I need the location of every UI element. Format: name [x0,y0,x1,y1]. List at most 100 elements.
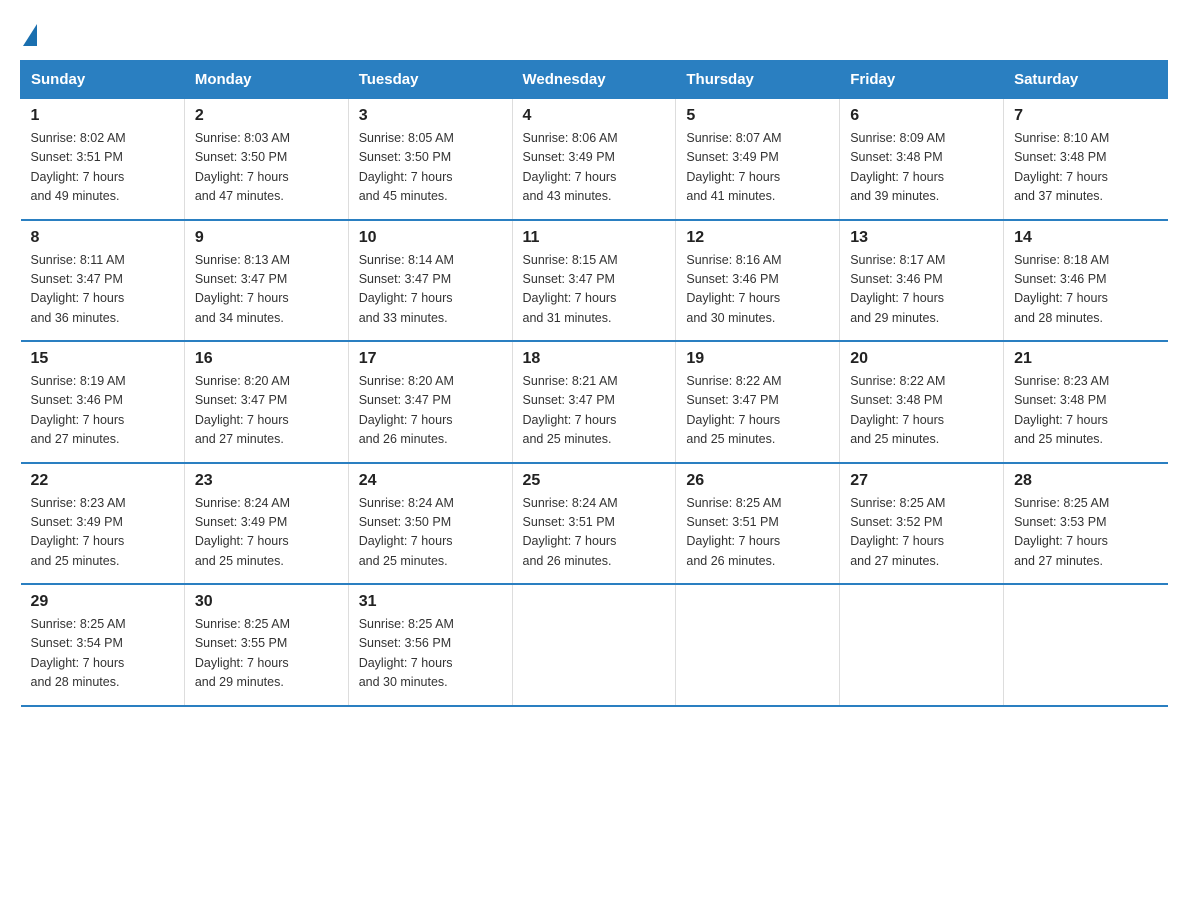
calendar-day-cell: 6 Sunrise: 8:09 AM Sunset: 3:48 PM Dayli… [840,99,1004,220]
day-number: 24 [359,472,502,490]
calendar-day-cell: 21 Sunrise: 8:23 AM Sunset: 3:48 PM Dayl… [1004,341,1168,463]
calendar-day-cell [512,584,676,706]
column-header-monday: Monday [184,61,348,99]
calendar-day-cell [1004,584,1168,706]
day-number: 23 [195,472,338,490]
calendar-day-cell: 27 Sunrise: 8:25 AM Sunset: 3:52 PM Dayl… [840,463,1004,585]
calendar-day-cell: 17 Sunrise: 8:20 AM Sunset: 3:47 PM Dayl… [348,341,512,463]
calendar-day-cell: 4 Sunrise: 8:06 AM Sunset: 3:49 PM Dayli… [512,99,676,220]
calendar-day-cell: 26 Sunrise: 8:25 AM Sunset: 3:51 PM Dayl… [676,463,840,585]
day-info: Sunrise: 8:23 AM Sunset: 3:48 PM Dayligh… [1014,372,1157,450]
calendar-week-row: 8 Sunrise: 8:11 AM Sunset: 3:47 PM Dayli… [21,220,1168,342]
day-number: 19 [686,350,829,368]
calendar-day-cell: 20 Sunrise: 8:22 AM Sunset: 3:48 PM Dayl… [840,341,1004,463]
day-info: Sunrise: 8:15 AM Sunset: 3:47 PM Dayligh… [523,251,666,329]
column-header-tuesday: Tuesday [348,61,512,99]
calendar-week-row: 15 Sunrise: 8:19 AM Sunset: 3:46 PM Dayl… [21,341,1168,463]
calendar-day-cell: 22 Sunrise: 8:23 AM Sunset: 3:49 PM Dayl… [21,463,185,585]
day-info: Sunrise: 8:13 AM Sunset: 3:47 PM Dayligh… [195,251,338,329]
day-info: Sunrise: 8:25 AM Sunset: 3:52 PM Dayligh… [850,494,993,572]
logo-triangle-icon [23,24,37,46]
day-number: 30 [195,593,338,611]
calendar-day-cell: 29 Sunrise: 8:25 AM Sunset: 3:54 PM Dayl… [21,584,185,706]
column-header-sunday: Sunday [21,61,185,99]
calendar-day-cell: 28 Sunrise: 8:25 AM Sunset: 3:53 PM Dayl… [1004,463,1168,585]
calendar-week-row: 22 Sunrise: 8:23 AM Sunset: 3:49 PM Dayl… [21,463,1168,585]
calendar-day-cell [676,584,840,706]
day-info: Sunrise: 8:19 AM Sunset: 3:46 PM Dayligh… [31,372,174,450]
calendar-day-cell: 1 Sunrise: 8:02 AM Sunset: 3:51 PM Dayli… [21,99,185,220]
calendar-day-cell [840,584,1004,706]
day-number: 6 [850,107,993,125]
calendar-day-cell: 12 Sunrise: 8:16 AM Sunset: 3:46 PM Dayl… [676,220,840,342]
column-header-friday: Friday [840,61,1004,99]
calendar-day-cell: 5 Sunrise: 8:07 AM Sunset: 3:49 PM Dayli… [676,99,840,220]
day-info: Sunrise: 8:25 AM Sunset: 3:54 PM Dayligh… [31,615,174,693]
calendar-day-cell: 3 Sunrise: 8:05 AM Sunset: 3:50 PM Dayli… [348,99,512,220]
day-info: Sunrise: 8:18 AM Sunset: 3:46 PM Dayligh… [1014,251,1157,329]
day-number: 25 [523,472,666,490]
day-info: Sunrise: 8:16 AM Sunset: 3:46 PM Dayligh… [686,251,829,329]
day-info: Sunrise: 8:09 AM Sunset: 3:48 PM Dayligh… [850,129,993,207]
day-info: Sunrise: 8:25 AM Sunset: 3:51 PM Dayligh… [686,494,829,572]
day-number: 7 [1014,107,1157,125]
day-number: 21 [1014,350,1157,368]
day-number: 20 [850,350,993,368]
day-number: 14 [1014,229,1157,247]
day-info: Sunrise: 8:25 AM Sunset: 3:53 PM Dayligh… [1014,494,1157,572]
calendar-day-cell: 23 Sunrise: 8:24 AM Sunset: 3:49 PM Dayl… [184,463,348,585]
calendar-day-cell: 16 Sunrise: 8:20 AM Sunset: 3:47 PM Dayl… [184,341,348,463]
day-info: Sunrise: 8:25 AM Sunset: 3:55 PM Dayligh… [195,615,338,693]
calendar-day-cell: 18 Sunrise: 8:21 AM Sunset: 3:47 PM Dayl… [512,341,676,463]
calendar-table: SundayMondayTuesdayWednesdayThursdayFrid… [20,60,1168,707]
day-number: 8 [31,229,174,247]
day-number: 16 [195,350,338,368]
day-number: 22 [31,472,174,490]
day-number: 4 [523,107,666,125]
day-number: 13 [850,229,993,247]
column-header-wednesday: Wednesday [512,61,676,99]
day-number: 18 [523,350,666,368]
day-info: Sunrise: 8:23 AM Sunset: 3:49 PM Dayligh… [31,494,174,572]
page-header [20,20,1168,42]
day-info: Sunrise: 8:17 AM Sunset: 3:46 PM Dayligh… [850,251,993,329]
calendar-day-cell: 24 Sunrise: 8:24 AM Sunset: 3:50 PM Dayl… [348,463,512,585]
calendar-day-cell: 7 Sunrise: 8:10 AM Sunset: 3:48 PM Dayli… [1004,99,1168,220]
day-number: 27 [850,472,993,490]
day-number: 9 [195,229,338,247]
day-info: Sunrise: 8:22 AM Sunset: 3:47 PM Dayligh… [686,372,829,450]
calendar-day-cell: 2 Sunrise: 8:03 AM Sunset: 3:50 PM Dayli… [184,99,348,220]
calendar-day-cell: 11 Sunrise: 8:15 AM Sunset: 3:47 PM Dayl… [512,220,676,342]
day-info: Sunrise: 8:10 AM Sunset: 3:48 PM Dayligh… [1014,129,1157,207]
calendar-day-cell: 9 Sunrise: 8:13 AM Sunset: 3:47 PM Dayli… [184,220,348,342]
calendar-day-cell: 14 Sunrise: 8:18 AM Sunset: 3:46 PM Dayl… [1004,220,1168,342]
day-number: 26 [686,472,829,490]
calendar-day-cell: 8 Sunrise: 8:11 AM Sunset: 3:47 PM Dayli… [21,220,185,342]
calendar-header-row: SundayMondayTuesdayWednesdayThursdayFrid… [21,61,1168,99]
day-number: 5 [686,107,829,125]
day-info: Sunrise: 8:07 AM Sunset: 3:49 PM Dayligh… [686,129,829,207]
day-info: Sunrise: 8:02 AM Sunset: 3:51 PM Dayligh… [31,129,174,207]
calendar-week-row: 29 Sunrise: 8:25 AM Sunset: 3:54 PM Dayl… [21,584,1168,706]
column-header-saturday: Saturday [1004,61,1168,99]
day-info: Sunrise: 8:25 AM Sunset: 3:56 PM Dayligh… [359,615,502,693]
day-info: Sunrise: 8:21 AM Sunset: 3:47 PM Dayligh… [523,372,666,450]
day-info: Sunrise: 8:24 AM Sunset: 3:49 PM Dayligh… [195,494,338,572]
day-number: 31 [359,593,502,611]
calendar-week-row: 1 Sunrise: 8:02 AM Sunset: 3:51 PM Dayli… [21,99,1168,220]
day-info: Sunrise: 8:22 AM Sunset: 3:48 PM Dayligh… [850,372,993,450]
day-number: 17 [359,350,502,368]
day-info: Sunrise: 8:11 AM Sunset: 3:47 PM Dayligh… [31,251,174,329]
day-number: 28 [1014,472,1157,490]
day-number: 2 [195,107,338,125]
day-number: 12 [686,229,829,247]
day-info: Sunrise: 8:03 AM Sunset: 3:50 PM Dayligh… [195,129,338,207]
day-info: Sunrise: 8:24 AM Sunset: 3:51 PM Dayligh… [523,494,666,572]
day-info: Sunrise: 8:06 AM Sunset: 3:49 PM Dayligh… [523,129,666,207]
day-info: Sunrise: 8:05 AM Sunset: 3:50 PM Dayligh… [359,129,502,207]
day-number: 1 [31,107,174,125]
day-info: Sunrise: 8:14 AM Sunset: 3:47 PM Dayligh… [359,251,502,329]
day-number: 3 [359,107,502,125]
calendar-day-cell: 31 Sunrise: 8:25 AM Sunset: 3:56 PM Dayl… [348,584,512,706]
calendar-day-cell: 19 Sunrise: 8:22 AM Sunset: 3:47 PM Dayl… [676,341,840,463]
